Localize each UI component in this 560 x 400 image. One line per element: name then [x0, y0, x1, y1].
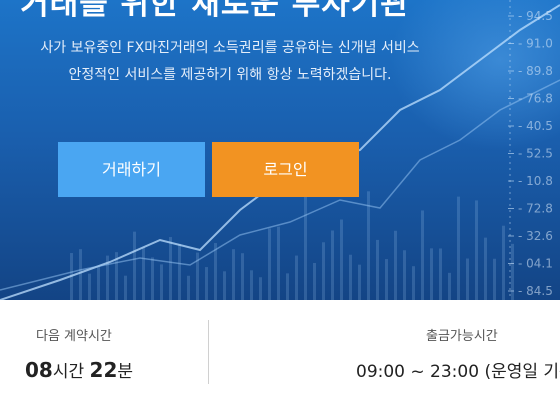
volume-bar [457, 196, 460, 300]
hero-description-line2: 안정적인 서비스를 제공하기 위해 항상 노력하겠습니다. [68, 67, 392, 83]
volume-bar [439, 248, 442, 300]
volume-bar [304, 193, 307, 300]
volume-bar [349, 254, 352, 300]
volume-bar [133, 231, 136, 300]
hours-unit: 시간 [52, 362, 85, 382]
info-bar: 다음 계약시간 08시간 22분 출금가능시간 09:00 ~ 23:00 (운… [0, 300, 560, 400]
divider [208, 320, 209, 384]
price-label: - 94.5 [518, 9, 553, 23]
volume-bar [385, 259, 388, 300]
volume-bar [142, 247, 145, 300]
price-label: - 10.8 [518, 174, 553, 188]
price-label: - 91.0 [518, 37, 553, 51]
volume-bar [322, 242, 325, 300]
volume-bar [241, 253, 244, 300]
price-label: - 52.5 [518, 147, 553, 161]
hero-description-line1: 사가 보유중인 FX마진거래의 소득권리를 공유하는 신개념 서비스 [40, 40, 420, 56]
price-label: - 32.6 [518, 229, 553, 243]
volume-bar [286, 273, 289, 300]
volume-bar [448, 272, 451, 300]
volume-bar [268, 228, 271, 300]
volume-bar [358, 264, 361, 300]
volume-bar [340, 219, 343, 300]
volume-bar [205, 267, 208, 300]
price-label: - 40.5 [518, 119, 553, 133]
login-button[interactable]: 로그인 [212, 142, 359, 197]
minutes-unit: 분 [117, 362, 134, 382]
volume-bar [295, 255, 298, 300]
volume-bar [250, 270, 253, 300]
next-contract-minutes: 22 [89, 358, 118, 382]
volume-bar [367, 191, 370, 300]
volume-bar [187, 275, 190, 300]
volume-bar [169, 237, 172, 300]
price-label: - 72.8 [518, 202, 553, 216]
next-contract-time: 08시간 22분 [25, 357, 133, 382]
price-label: - 76.8 [518, 92, 553, 106]
volume-bar [331, 230, 334, 300]
volume-bar [79, 249, 82, 300]
trade-button[interactable]: 거래하기 [58, 142, 205, 197]
next-contract-hours: 08 [25, 358, 53, 382]
next-contract-label: 다음 계약시간 [36, 329, 112, 344]
volume-bar [466, 258, 469, 300]
volume-bar [160, 264, 163, 300]
volume-bar [151, 257, 154, 300]
volume-bar [376, 239, 379, 300]
volume-bar [223, 271, 226, 300]
volume-bar [421, 210, 424, 300]
volume-bar [412, 266, 415, 300]
withdraw-time-label: 출금가능시간 [426, 329, 498, 344]
volume-bar [232, 249, 235, 300]
volume-bar [511, 243, 514, 300]
volume-bar [475, 200, 478, 300]
volume-bar [124, 275, 127, 300]
withdraw-time-value: 09:00 ~ 23:00 (운영일 기준 [356, 362, 560, 382]
volume-bar [88, 273, 91, 300]
hero-title: 거래를 위한 새로운 투자기관 [20, 0, 410, 22]
price-label: - 04.1 [518, 257, 553, 271]
volume-bar [502, 225, 505, 300]
price-label: - 84.5 [518, 284, 553, 298]
volume-bar [493, 258, 496, 300]
volume-bar [97, 266, 100, 300]
price-label: - 89.8 [518, 64, 553, 78]
volume-bar [214, 243, 217, 300]
hero-banner: - 94.5 - 91.0 - 89.8 - 76.8 - 40.5 - 52.5 - 10… [0, 0, 560, 300]
volume-bar [430, 248, 433, 300]
volume-bar [259, 277, 262, 300]
volume-bar [313, 262, 316, 300]
volume-bar [277, 226, 280, 300]
volume-bar [178, 243, 181, 300]
volume-bar [394, 230, 397, 300]
volume-bar [403, 250, 406, 300]
volume-bar [484, 237, 487, 300]
